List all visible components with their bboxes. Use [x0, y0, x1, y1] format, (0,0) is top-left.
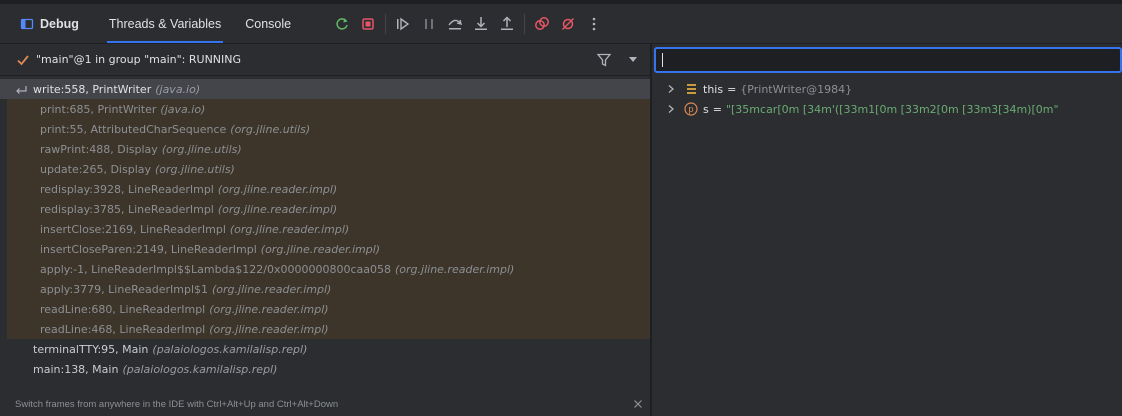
frame-package: (org.jline.reader.impl): [217, 202, 338, 216]
frame-package: (org.jline.reader.impl): [212, 282, 332, 296]
frame-row[interactable]: main:138, Main (palaiologos.kamilalisp.re…: [0, 359, 650, 379]
frame-method: update:265, Display: [40, 162, 151, 176]
frame-row[interactable]: insertClose:2169, LineReaderImpl (org.jli…: [7, 219, 650, 239]
variable-name: s: [703, 102, 709, 116]
frame-row[interactable]: redisplay:3785, LineReaderImpl (org.jline…: [7, 199, 650, 219]
frame-row[interactable]: terminalTTY:95, Main (palaiologos.kamilal…: [0, 339, 650, 359]
frame-package: (org.jline.reader.impl): [209, 302, 329, 316]
step-into-icon[interactable]: [468, 11, 494, 37]
step-over-icon[interactable]: [442, 11, 468, 37]
frame-method: insertCloseParen:2149, LineReaderImpl: [40, 242, 257, 256]
frame-package: (org.jline.reader.impl): [260, 242, 381, 256]
frame-package: (org.jline.reader.impl): [217, 182, 338, 196]
frame-row-current[interactable]: write:558, PrintWriter (java.io): [0, 79, 650, 99]
frame-method: insertClose:2169, LineReaderImpl: [40, 222, 226, 236]
frames-hint: Switch frames from anywhere in the IDE w…: [0, 392, 650, 416]
frame-package: (org.jline.utils): [230, 122, 311, 136]
mute-breakpoints-icon[interactable]: [555, 11, 581, 37]
variables-list: this = {PrintWriter@1984} p s = "[35mcar…: [652, 79, 1122, 119]
frame-method: apply:3779, LineReaderImpl$1: [40, 282, 209, 296]
chevron-right-icon[interactable]: [666, 84, 676, 94]
variable-row-this[interactable]: this = {PrintWriter@1984}: [652, 79, 1122, 99]
view-breakpoints-icon[interactable]: [529, 11, 555, 37]
frame-row[interactable]: redisplay:3928, LineReaderImpl (org.jline…: [7, 179, 650, 199]
resume-icon[interactable]: [390, 11, 416, 37]
frame-method: readLine:680, LineReaderImpl: [40, 302, 206, 316]
frame-package: (org.jline.reader.impl): [209, 322, 329, 336]
stop-icon[interactable]: [355, 11, 381, 37]
thread-dropdown-icon[interactable]: [629, 57, 637, 62]
rerun-icon[interactable]: [329, 11, 355, 37]
evaluate-expression-input[interactable]: [654, 47, 1122, 73]
variable-value: {PrintWriter@1984}: [740, 82, 853, 96]
variable-row-s[interactable]: p s = "[35mcar[0m [34m'([33m1[0m [33m2[0…: [652, 99, 1122, 119]
tab-threads-variables[interactable]: Threads & Variables: [97, 4, 233, 43]
debug-title[interactable]: Debug: [0, 4, 79, 43]
tab-console[interactable]: Console: [233, 4, 303, 43]
variable-equals: =: [727, 82, 737, 96]
frame-row[interactable]: apply:3779, LineReaderImpl$1 (org.jline.r…: [7, 279, 650, 299]
svg-text:p: p: [688, 105, 693, 115]
debug-toolbar: Debug Threads & Variables Console: [0, 4, 1122, 44]
frame-method: apply:-1, LineReaderImpl$$Lambda$122/0x0…: [40, 262, 391, 276]
variable-equals: =: [712, 102, 722, 116]
toolbar-separator: [524, 13, 526, 34]
frame-package: (org.jline.reader.impl): [395, 262, 515, 276]
frame-row[interactable]: insertCloseParen:2149, LineReaderImpl (or…: [7, 239, 650, 259]
frame-row[interactable]: print:55, AttributedCharSequence (org.jli…: [7, 119, 650, 139]
hint-text: Switch frames from anywhere in the IDE w…: [15, 398, 339, 410]
frame-method: write:558, PrintWriter: [33, 82, 152, 96]
frame-method: terminalTTY:95, Main: [33, 342, 149, 356]
frame-package: (org.jline.utils): [155, 162, 235, 176]
frame-package: (palaiologos.kamilalisp.repl): [122, 362, 278, 376]
more-icon[interactable]: [581, 11, 607, 37]
filter-icon[interactable]: [596, 52, 612, 68]
frame-method: print:55, AttributedCharSequence: [40, 122, 227, 136]
parameter-icon: p: [684, 102, 698, 116]
variable-name: this: [703, 82, 724, 96]
frame-row[interactable]: readLine:680, LineReaderImpl (org.jline.r…: [7, 299, 650, 319]
frame-method: redisplay:3928, LineReaderImpl: [40, 182, 214, 196]
frames-panel: "main"@1 in group "main": RUNNING write:…: [0, 44, 650, 416]
debug-title-label: Debug: [40, 16, 79, 31]
debug-window-icon: [20, 17, 34, 31]
check-icon: [17, 54, 29, 65]
text-caret: [662, 53, 663, 67]
frame-method: readLine:468, LineReaderImpl: [40, 322, 206, 336]
frame-package: (java.io): [155, 82, 201, 96]
frame-method: main:138, Main: [33, 362, 119, 376]
variables-panel: this = {PrintWriter@1984} p s = "[35mcar…: [652, 44, 1122, 416]
step-out-icon[interactable]: [494, 11, 520, 37]
frame-package: (java.io): [160, 102, 206, 116]
frame-method: rawPrint:488, Display: [40, 142, 158, 156]
frame-package: (palaiologos.kamilalisp.repl): [152, 342, 308, 356]
thread-label: "main"@1 in group "main": RUNNING: [36, 53, 242, 66]
frame-row[interactable]: rawPrint:488, Display (org.jline.utils): [7, 139, 650, 159]
frame-method: print:685, PrintWriter: [40, 102, 157, 116]
frame-method: redisplay:3785, LineReaderImpl: [40, 202, 214, 216]
variable-value: "[35mcar[0m [34m'([33m1[0m [33m2[0m [33m…: [725, 102, 1059, 116]
frame-package: (org.jline.utils): [161, 142, 242, 156]
pause-icon[interactable]: [416, 11, 442, 37]
toolbar-separator: [385, 13, 387, 34]
frame-package: (org.jline.reader.impl): [229, 222, 350, 236]
frame-row[interactable]: update:265, Display (org.jline.utils): [7, 159, 650, 179]
frames-list: write:558, PrintWriter (java.io) print:6…: [0, 79, 650, 379]
return-arrow-icon: [16, 86, 27, 94]
field-icon: [684, 82, 698, 96]
frame-row[interactable]: apply:-1, LineReaderImpl$$Lambda$122/0x0…: [7, 259, 650, 279]
frame-row[interactable]: readLine:468, LineReaderImpl (org.jline.r…: [7, 319, 650, 339]
close-icon[interactable]: [632, 398, 644, 410]
chevron-right-icon[interactable]: [666, 104, 676, 114]
thread-selector[interactable]: "main"@1 in group "main": RUNNING: [0, 44, 650, 76]
frame-row[interactable]: print:685, PrintWriter (java.io): [7, 99, 650, 119]
